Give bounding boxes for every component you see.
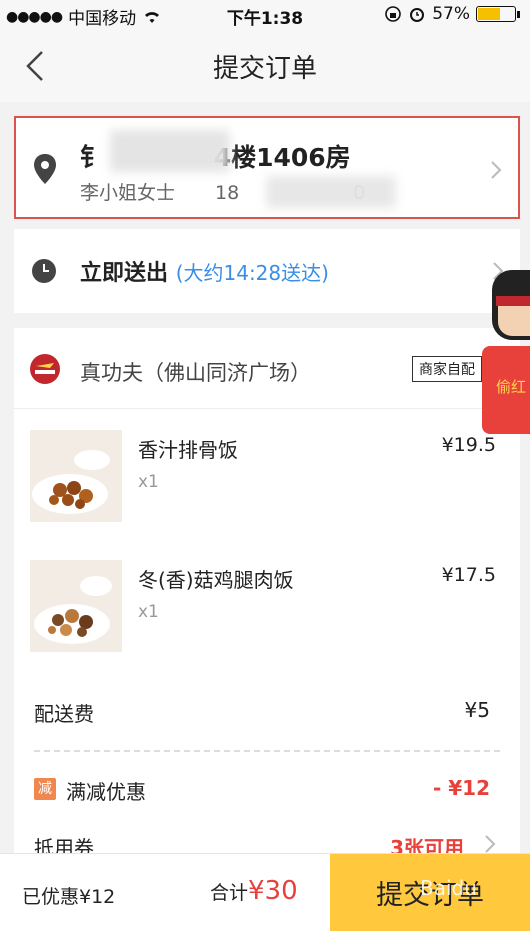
order-total: 合计¥30 (210, 876, 298, 906)
saved-amount: 已优惠¥12 (22, 886, 116, 908)
red-envelope: 偷红 (482, 346, 530, 434)
order-card: 真功夫（佛山同济广场） 商家自配 香汁排骨饭 x1 ¥19.5 冬(香)菇鸡腿肉… (14, 328, 520, 860)
privacy-blur (110, 130, 230, 172)
bandit-face (498, 306, 530, 336)
discount-icon: 减 (34, 778, 56, 800)
shop-row: 真功夫（佛山同济广场） 商家自配 (14, 328, 520, 409)
clock-icon (32, 259, 56, 283)
status-bar: ●●●●● 中国移动 下午1:38 57% (0, 0, 530, 30)
battery-nub (517, 10, 520, 18)
nav-bar: 提交订单 (0, 30, 530, 102)
address-card[interactable]: 钅 4楼1406房 李小姐女士 18 0 (14, 116, 520, 219)
red-envelope-float[interactable]: 偷红 (482, 270, 530, 440)
red-envelope-label: 偷红 (496, 378, 527, 396)
bandit-icon (492, 270, 530, 340)
delivery-time-card[interactable]: 立即送出 (大约14:28送达) (14, 229, 520, 313)
delivery-type-badge: 商家自配 (412, 356, 482, 382)
item-name: 冬(香)菇鸡腿肉饭 (138, 568, 294, 592)
rotation-lock-icon (385, 6, 402, 22)
battery-icon (476, 6, 516, 22)
item-quantity: x1 (138, 472, 159, 492)
discount-row: 减 满减优惠 - ¥12 (14, 760, 520, 820)
total-value: ¥30 (248, 876, 298, 906)
chevron-right-icon (485, 835, 496, 853)
battery-fill (478, 8, 500, 20)
bandit-mask (496, 296, 530, 306)
delivery-time: 立即送出 (大约14:28送达) (80, 255, 329, 287)
page-title: 提交订单 (212, 54, 317, 84)
battery-percent: 57% (432, 4, 470, 24)
status-right: 57% (384, 4, 520, 24)
dish-image (30, 560, 122, 652)
divider (34, 750, 500, 752)
item-name: 香汁排骨饭 (138, 438, 238, 462)
delivery-fee-value: ¥5 (464, 698, 490, 722)
recipient-name: 李小姐女士 (80, 182, 176, 204)
delivery-fee-label: 配送费 (34, 702, 94, 726)
privacy-blur (266, 176, 396, 208)
location-pin-icon (34, 154, 56, 184)
chevron-right-icon (491, 161, 502, 179)
order-item: 香汁排骨饭 x1 ¥19.5 (14, 420, 520, 538)
item-quantity: x1 (138, 602, 159, 622)
delivery-eta: (大约14:28送达) (175, 261, 329, 285)
alarm-icon (410, 8, 425, 22)
delivery-fee-row: 配送费 ¥5 (14, 680, 520, 740)
discount-label: 满减优惠 (66, 780, 146, 804)
discount-value: - ¥12 (432, 776, 490, 800)
order-item: 冬(香)菇鸡腿肉饭 x1 ¥17.5 (14, 550, 520, 668)
shop-logo (30, 354, 60, 384)
total-label: 合计 (210, 882, 249, 904)
item-price: ¥17.5 (441, 564, 496, 586)
shop-name: 真功夫（佛山同济广场） (80, 361, 311, 385)
dish-image (30, 430, 122, 522)
delivery-label: 立即送出 (80, 261, 169, 286)
watermark: Baidu (420, 876, 477, 900)
